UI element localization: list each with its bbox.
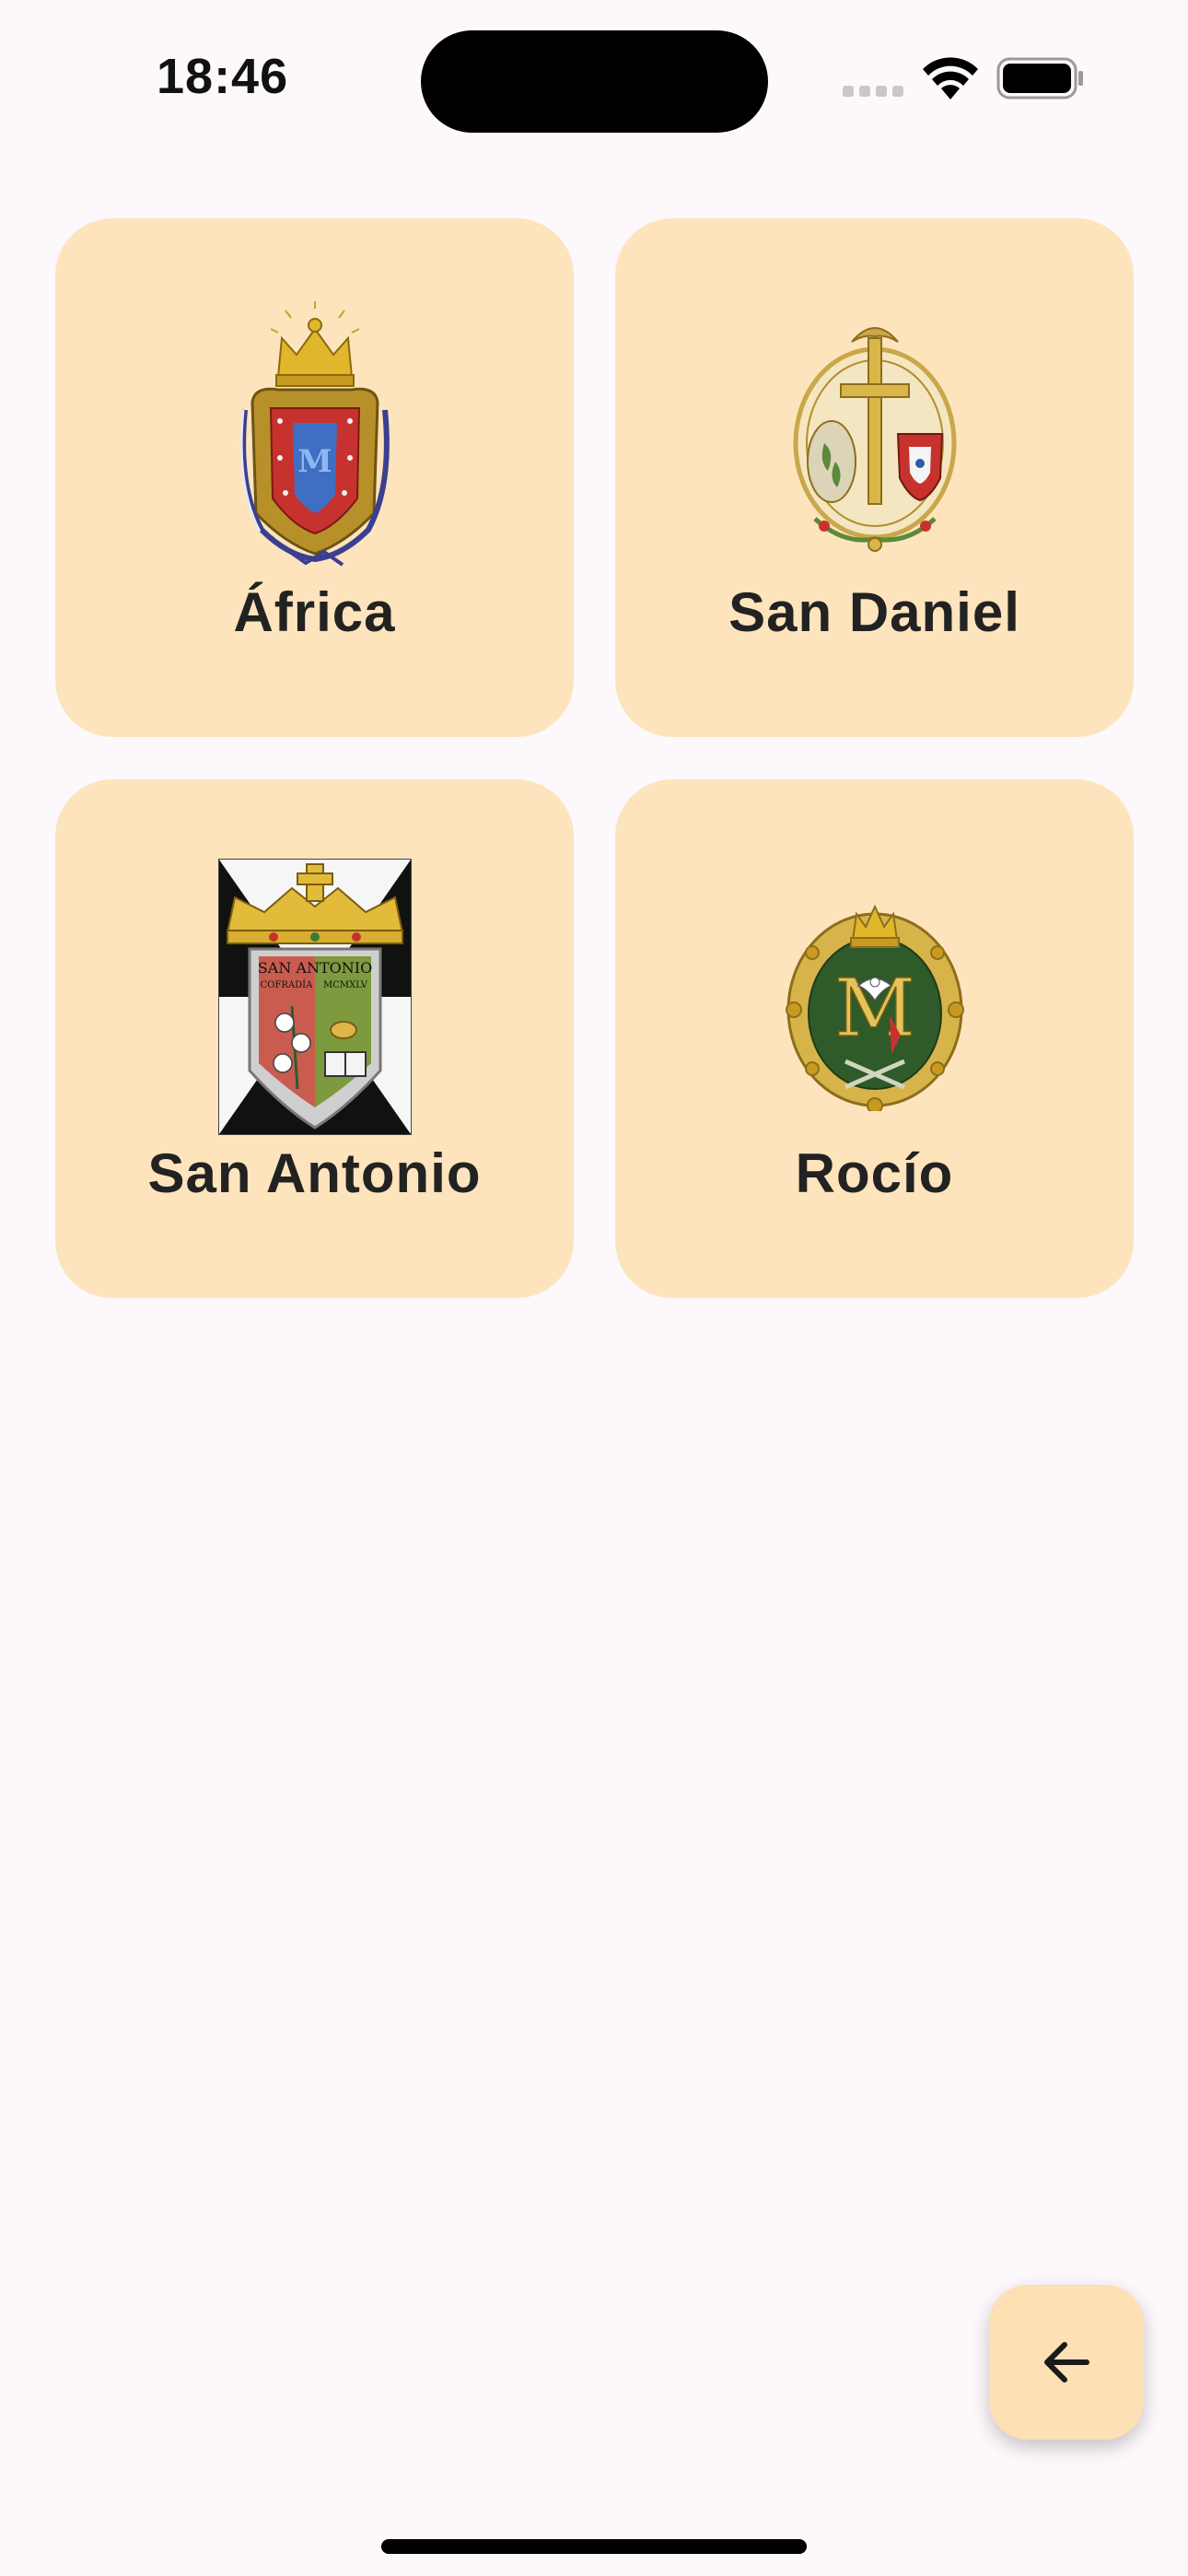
status-bar: 18:46	[0, 0, 1188, 147]
emblem-text-cofradia: COFRADÍA	[260, 979, 313, 990]
card-san-daniel[interactable]: San Daniel	[615, 218, 1134, 737]
card-africa[interactable]: M África	[55, 218, 574, 737]
card-label: Rocío	[795, 1142, 954, 1204]
back-button[interactable]	[989, 2285, 1144, 2440]
cellular-signal-icon	[843, 86, 903, 97]
emblem-text-year: MCMXLV	[323, 980, 368, 990]
home-indicator[interactable]	[381, 2539, 807, 2554]
wifi-icon	[923, 57, 978, 100]
card-label: África	[233, 581, 396, 643]
san-daniel-crest-icon	[793, 327, 956, 552]
dynamic-island	[421, 30, 768, 133]
svg-text:M: M	[297, 443, 332, 480]
san-antonio-crest-icon: SAN ANTONIO COFRADÍA MCMXLV	[217, 859, 412, 1135]
emblem-text-title: SAN ANTONIO	[257, 959, 371, 977]
card-label: San Antonio	[147, 1142, 482, 1204]
status-time: 18:46	[157, 49, 289, 104]
battery-icon	[996, 57, 1083, 100]
africa-crest-icon: M	[239, 301, 390, 567]
rocio-crest-icon: M	[785, 904, 964, 1111]
card-san-antonio[interactable]: SAN ANTONIO COFRADÍA MCMXLV San Antonio	[55, 779, 574, 1298]
card-rocio[interactable]: M Rocío	[615, 779, 1134, 1298]
arrow-left-icon	[1044, 2342, 1089, 2383]
svg-text:M: M	[833, 963, 914, 1055]
card-label: San Daniel	[728, 581, 1020, 643]
